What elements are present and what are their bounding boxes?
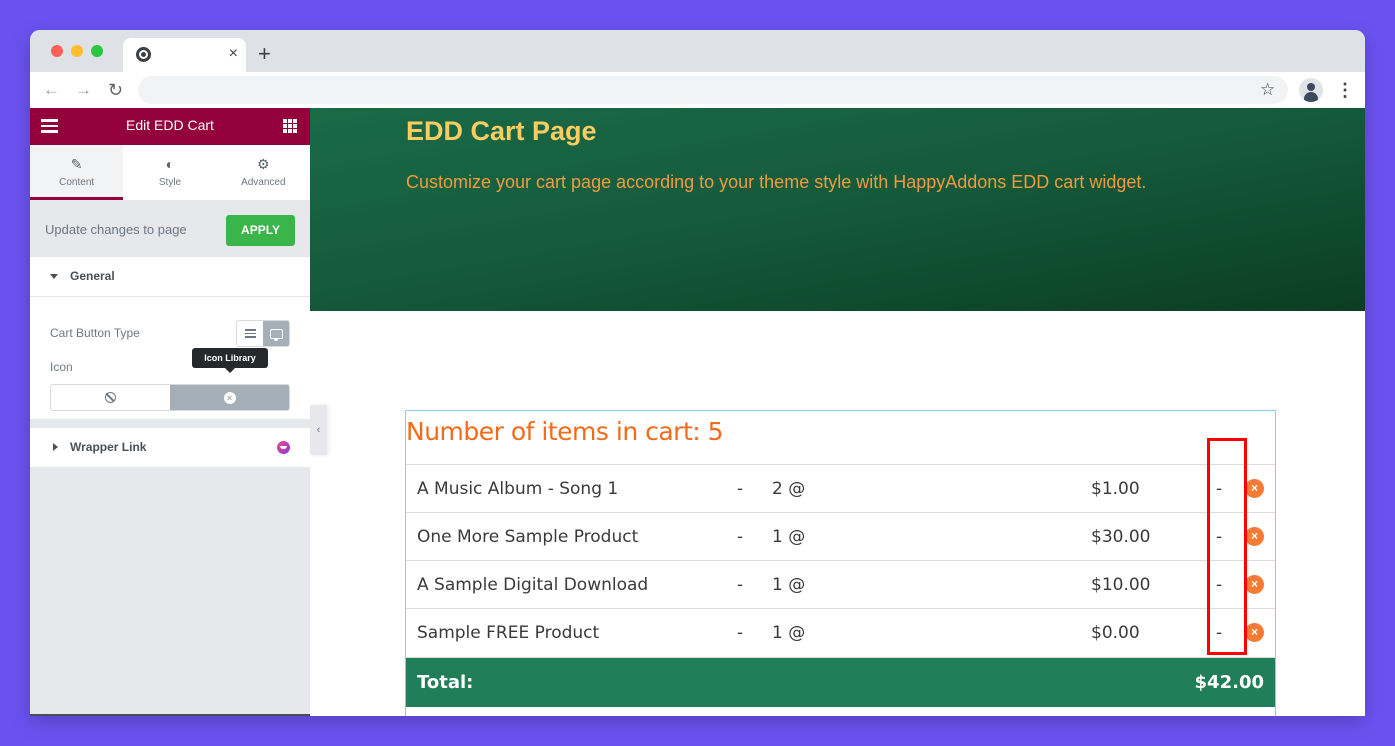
hero-subtitle: Customize your cart page according to yo… <box>406 172 1147 192</box>
browser-toolbar: ← → ↻ ☆ ⋮ <box>30 72 1365 108</box>
tab-content-label: Content <box>59 177 95 188</box>
general-controls: Cart Button Type Icon Icon Library × <box>30 297 310 419</box>
text-lines-icon <box>244 327 256 340</box>
icon-type-icon <box>269 328 283 341</box>
apply-bar: Update changes to page APPLY <box>30 200 310 257</box>
cart-items: A Music Album - Song 1 - 2 @ $1.00 - × O… <box>406 464 1275 656</box>
panel-title: Edit EDD Cart <box>126 117 214 133</box>
caret-down-icon <box>50 274 58 279</box>
apply-button[interactable]: APPLY <box>226 215 295 246</box>
close-window-button[interactable] <box>51 45 63 57</box>
panel-collapse-handle[interactable]: ‹ <box>310 405 327 455</box>
chrome-icon <box>136 47 151 62</box>
cart-button-type-label: Cart Button Type <box>50 326 140 340</box>
caret-right-icon <box>53 443 58 451</box>
item-quantity: 2 @ <box>772 479 806 499</box>
section-wrapper-link[interactable]: Wrapper Link <box>30 428 310 467</box>
hero-title: EDD Cart Page <box>406 116 597 146</box>
browser-window: × + ← → ↻ ☆ ⋮ Edit EDD Cart ✎ Content ◐ … <box>30 30 1365 716</box>
cart-button-type-choices <box>236 320 290 347</box>
back-arrow-icon[interactable]: ← <box>43 77 60 103</box>
new-tab-button[interactable]: + <box>258 40 271 68</box>
item-separator: - <box>737 527 744 547</box>
remove-item-icon[interactable]: × <box>1245 527 1264 546</box>
item-quantity: 1 @ <box>772 527 806 547</box>
item-separator: - <box>737 479 744 499</box>
minimize-window-button[interactable] <box>71 45 83 57</box>
forward-arrow-icon[interactable]: → <box>75 77 92 103</box>
item-separator: - <box>1216 479 1223 499</box>
ban-icon <box>105 392 116 403</box>
total-label: Total: <box>417 672 474 693</box>
tab-style-label: Style <box>158 177 182 188</box>
item-name[interactable]: A Sample Digital Download <box>417 575 648 595</box>
item-name[interactable]: Sample FREE Product <box>417 623 599 643</box>
icon-library-tooltip: Icon Library <box>192 348 268 373</box>
cart-item-count: Number of items in cart: 5 <box>406 417 724 446</box>
tab-close-icon[interactable]: × <box>229 44 238 64</box>
cart-total-row: Total: $42.00 <box>406 657 1275 707</box>
happyaddons-icon <box>277 441 290 454</box>
bookmark-star-icon[interactable]: ☆ <box>1260 77 1275 103</box>
text-type-choice[interactable] <box>237 321 263 346</box>
remove-item-icon[interactable]: × <box>1245 623 1264 642</box>
tab-advanced[interactable]: ⚙ Advanced <box>217 145 310 200</box>
item-price: $10.00 <box>1091 575 1151 595</box>
section-general-title: General <box>70 269 115 283</box>
address-bar[interactable] <box>138 76 1288 104</box>
remove-item-icon[interactable]: × <box>1245 575 1264 594</box>
elementor-panel: Edit EDD Cart ✎ Content ◐ Style ⚙ Advanc… <box>30 108 310 716</box>
page-preview: EDD Cart Page Customize your cart page a… <box>310 108 1365 716</box>
remove-item-icon[interactable]: × <box>1245 479 1264 498</box>
cart-item-row: A Music Album - Song 1 - 2 @ $1.00 - × <box>406 464 1275 512</box>
item-price: $1.00 <box>1091 479 1140 499</box>
tab-style[interactable]: ◐ Style <box>123 145 216 200</box>
tab-content[interactable]: ✎ Content <box>30 145 124 200</box>
cart-item-row: One More Sample Product - 1 @ $30.00 - × <box>406 512 1275 560</box>
browser-menu-icon[interactable]: ⋮ <box>1336 77 1354 103</box>
pencil-icon: ✎ <box>70 156 83 172</box>
item-price: $30.00 <box>1091 527 1151 547</box>
item-separator: - <box>737 575 744 595</box>
no-icon-option[interactable] <box>51 385 170 410</box>
icon-type-choice[interactable] <box>263 321 289 346</box>
item-separator: - <box>1216 623 1223 643</box>
item-quantity: 1 @ <box>772 623 806 643</box>
item-separator: - <box>1216 527 1223 547</box>
item-name[interactable]: A Music Album - Song 1 <box>417 479 618 499</box>
cart-item-row: A Sample Digital Download - 1 @ $10.00 -… <box>406 560 1275 608</box>
update-changes-text: Update changes to page <box>45 222 187 237</box>
item-name[interactable]: One More Sample Product <box>417 527 638 547</box>
times-circle-icon: × <box>223 391 236 404</box>
icon-picker: × <box>50 384 290 411</box>
widgets-grid-icon[interactable] <box>283 119 297 133</box>
panel-header: Edit EDD Cart <box>30 108 310 145</box>
panel-tabs: ✎ Content ◐ Style ⚙ Advanced <box>30 145 310 200</box>
section-general[interactable]: General <box>30 257 310 297</box>
gear-icon: ⚙ <box>257 156 270 172</box>
tab-strip: × + <box>30 30 1365 72</box>
maximize-window-button[interactable] <box>91 45 103 57</box>
icon-label: Icon <box>50 360 73 374</box>
browser-tab[interactable]: × <box>123 38 246 72</box>
reload-icon[interactable]: ↻ <box>108 77 123 103</box>
item-quantity: 1 @ <box>772 575 806 595</box>
item-separator: - <box>1216 575 1223 595</box>
tab-advanced-label: Advanced <box>241 177 286 188</box>
panel-footer-strip <box>30 714 310 716</box>
half-circle-icon: ◐ <box>165 156 175 172</box>
avatar-body <box>1304 92 1318 102</box>
item-separator: - <box>737 623 744 643</box>
hero-section: EDD Cart Page Customize your cart page a… <box>310 108 1365 311</box>
section-wrapper-link-title: Wrapper Link <box>70 440 147 454</box>
cart-item-row: Sample FREE Product - 1 @ $0.00 - × <box>406 608 1275 656</box>
icon-library-option[interactable]: × <box>170 385 289 410</box>
profile-avatar-icon[interactable] <box>1299 78 1323 102</box>
edd-cart-widget: Number of items in cart: 5 A Music Album… <box>405 410 1276 716</box>
avatar-head <box>1307 83 1315 91</box>
item-price: $0.00 <box>1091 623 1140 643</box>
total-value: $42.00 <box>1194 672 1264 693</box>
